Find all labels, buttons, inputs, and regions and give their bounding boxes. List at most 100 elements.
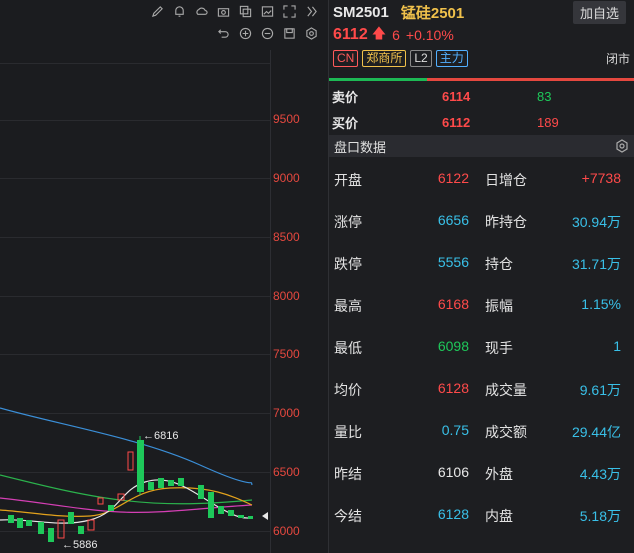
stat-value: 5.18万 (579, 508, 621, 524)
stat-value: 1 (613, 338, 621, 354)
price-tick: 8000 (273, 289, 300, 303)
stat-label: 内盘 (485, 508, 513, 524)
stat-label: 成交量 (485, 382, 527, 398)
last-price: 6112 (333, 26, 368, 43)
candle (68, 512, 74, 524)
candle (8, 515, 14, 523)
candle (48, 528, 54, 542)
stat-row: 量比 0.75 成交额 29.44亿 (329, 409, 634, 451)
zoom-in-icon[interactable] (236, 24, 254, 42)
stat-value: 29.44亿 (571, 424, 621, 440)
candle (248, 516, 253, 519)
undo-icon[interactable] (214, 24, 232, 42)
chart-toolbar-bottom (0, 22, 328, 44)
ask-volume: 83 (537, 88, 552, 104)
stat-row: 涨停 6656 昨持仓 30.94万 (329, 199, 634, 241)
arrow-up-icon: 🡅 (371, 25, 387, 41)
candle (137, 440, 144, 492)
candle (178, 478, 184, 486)
candle (158, 478, 164, 488)
camera-icon[interactable] (214, 2, 232, 20)
pencil-icon[interactable] (148, 2, 166, 20)
stat-label: 昨持仓 (485, 214, 527, 230)
stat-label: 成交额 (485, 424, 527, 440)
price-tick: 7500 (273, 347, 300, 361)
settings-icon[interactable] (614, 138, 630, 154)
ma-line-green (0, 474, 253, 505)
candle (108, 505, 114, 511)
candle (218, 506, 224, 514)
candle (97, 497, 104, 505)
add-favorite-button[interactable]: 加自选 (572, 1, 626, 24)
ratio-green (329, 78, 427, 81)
candle (17, 518, 23, 528)
candle (228, 510, 234, 516)
ask-row: 卖价 6114 83 (329, 83, 634, 109)
bell-icon[interactable] (170, 2, 188, 20)
settings-icon[interactable] (302, 24, 320, 42)
stat-label: 现手 (485, 340, 513, 356)
stat-label: 跌停 (334, 256, 362, 272)
stat-label: 量比 (334, 424, 362, 440)
bid-ask-ratio-bar (329, 78, 634, 81)
stat-label: 均价 (334, 382, 362, 398)
zoom-out-icon[interactable] (258, 24, 276, 42)
expand-icon[interactable] (280, 2, 298, 20)
stat-row: 最低 6098 现手 1 (329, 325, 634, 367)
stat-label: 开盘 (334, 172, 362, 188)
copy-icon[interactable] (236, 2, 254, 20)
candle (168, 480, 174, 486)
stat-row: 均价 6128 成交量 9.61万 (329, 367, 634, 409)
stat-value: 6098 (437, 338, 469, 354)
last-price-pointer (262, 512, 268, 520)
price-tick: 8500 (273, 230, 300, 244)
stat-label: 振幅 (485, 298, 513, 314)
price-tick: 6000 (273, 524, 300, 538)
quote-pane: SM2501 锰硅2501 加自选 6112 🡅 6 +0.10% CN 郑商所… (329, 0, 634, 553)
kline-plot-area[interactable]: 9500 9000 8500 8000 7500 7000 6500 6000 (0, 50, 328, 553)
stat-label: 外盘 (485, 466, 513, 482)
symbol-name: 锰硅2501 (400, 4, 465, 22)
bid-label: 买价 (332, 115, 359, 131)
chevron-right-icon[interactable] (302, 2, 320, 20)
ask-price: 6114 (442, 88, 471, 104)
bid-volume: 189 (537, 114, 559, 130)
stat-value: 9.61万 (579, 382, 621, 398)
stat-value: 0.75 (441, 422, 469, 438)
stat-label: 最高 (334, 298, 362, 314)
stat-value: 30.94万 (571, 214, 621, 230)
price-change: 6 (392, 27, 400, 43)
cloud-icon[interactable] (192, 2, 210, 20)
price-tick: 6500 (273, 465, 300, 479)
price-change-percent: +0.10% (405, 27, 454, 43)
quote-header: SM2501 锰硅2501 加自选 (329, 0, 634, 24)
stat-value: 4.43万 (579, 466, 621, 482)
ma-line-blue (0, 407, 253, 486)
stat-value: 5556 (437, 254, 469, 270)
candle (238, 515, 244, 518)
symbol-code: SM2501 (333, 3, 389, 21)
stat-value: 6168 (437, 296, 469, 312)
price-tick: 9000 (273, 171, 300, 185)
stat-value: 6106 (437, 464, 469, 480)
candle (78, 526, 84, 534)
stat-row: 开盘 6122 日增仓 +7738 (329, 157, 634, 199)
section-header: 盘口数据 (329, 135, 634, 157)
stat-label: 涨停 (334, 214, 362, 230)
price-row: 6112 🡅 6 +0.10% (329, 24, 634, 46)
image-icon[interactable] (258, 2, 276, 20)
candle (148, 482, 154, 490)
save-icon[interactable] (280, 24, 298, 42)
tag-main-contract: 主力 (435, 49, 468, 67)
tag-exchange: 郑商所 (362, 49, 407, 67)
stat-row: 最高 6168 振幅 1.15% (329, 283, 634, 325)
bid-price: 6112 (442, 114, 471, 130)
kline-chart-pane[interactable]: 9500 9000 8500 8000 7500 7000 6500 6000 (0, 0, 328, 553)
section-title: 盘口数据 (334, 139, 387, 155)
tag-l2[interactable]: L2 (410, 49, 432, 67)
stat-row: 跌停 5556 持仓 31.71万 (329, 241, 634, 283)
market-status: 闭市 (605, 51, 630, 66)
low-marker: ←5886 (62, 539, 98, 551)
high-marker: ←6816 (143, 430, 179, 442)
stat-value: 6122 (437, 170, 469, 186)
